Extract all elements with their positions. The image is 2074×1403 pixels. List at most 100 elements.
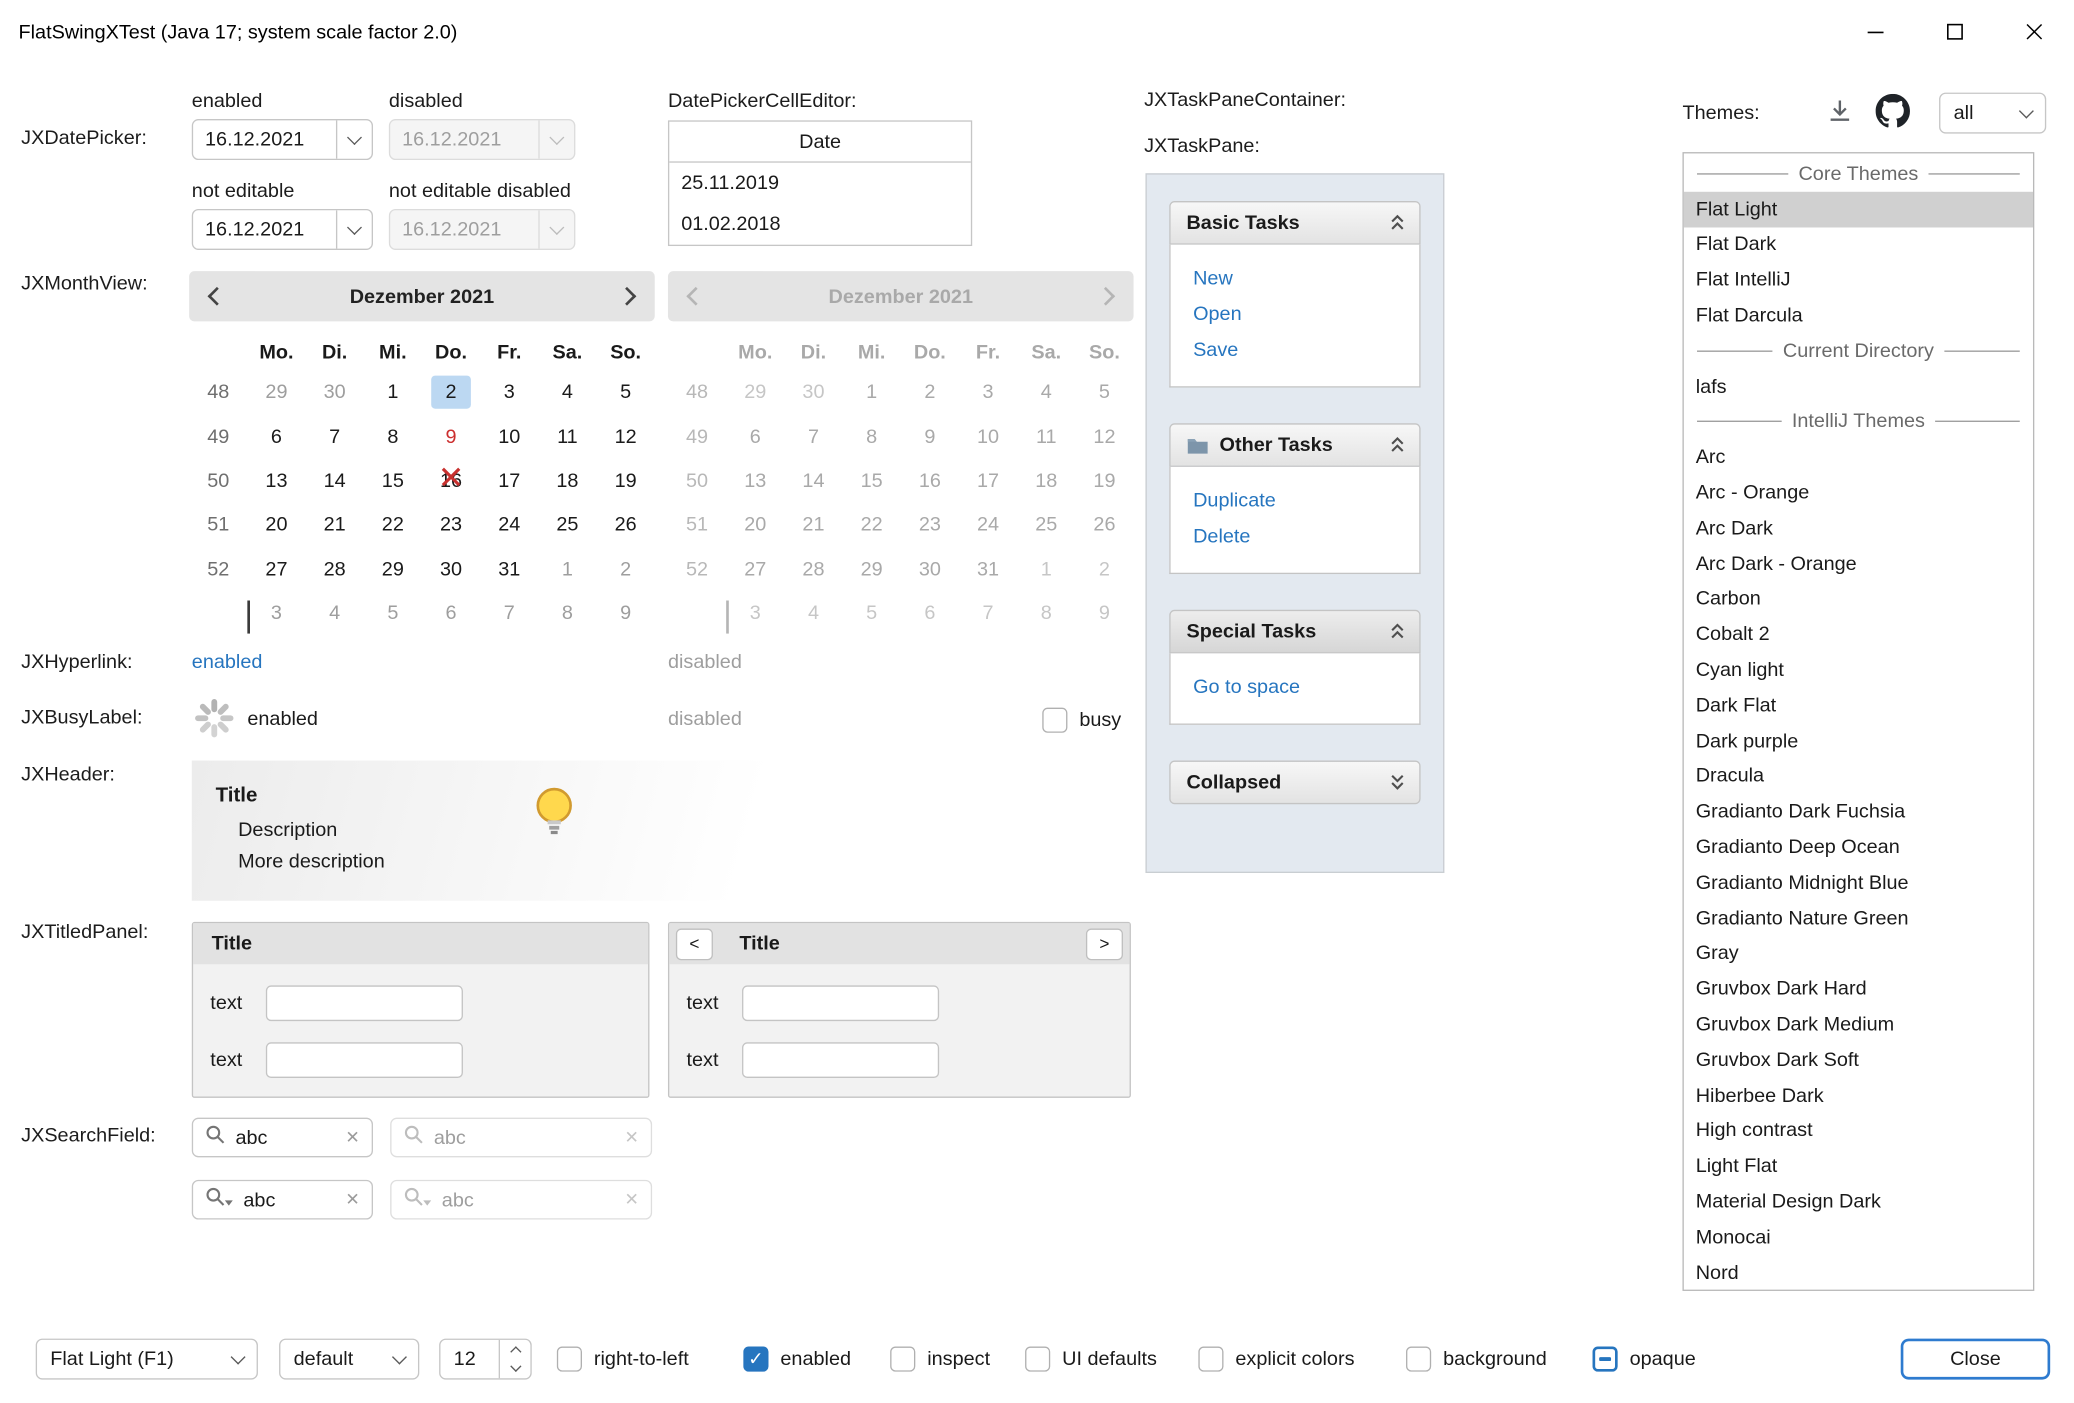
theme-item[interactable]: Flat Darcula: [1684, 298, 2033, 333]
theme-item[interactable]: Flat Dark: [1684, 227, 2033, 262]
theme-item[interactable]: lafs: [1684, 369, 2033, 404]
search-value[interactable]: abc: [235, 1126, 336, 1148]
table-row[interactable]: 25.11.2019: [669, 163, 971, 204]
taskpane-header[interactable]: Other Tasks: [1169, 423, 1420, 467]
panel-left-button[interactable]: <: [676, 928, 713, 960]
theme-item[interactable]: High contrast: [1684, 1113, 2033, 1148]
taskpane-link[interactable]: Delete: [1193, 518, 1419, 554]
close-button[interactable]: Close: [1901, 1339, 2050, 1380]
theme-item[interactable]: Light Flat: [1684, 1149, 2033, 1184]
day-cell[interactable]: 21: [306, 508, 364, 541]
day-cell[interactable]: 17: [480, 464, 538, 497]
taskpane-link[interactable]: Open: [1193, 296, 1419, 332]
theme-item[interactable]: Arc Dark: [1684, 511, 2033, 546]
day-cell[interactable]: 23: [422, 508, 480, 541]
clear-icon[interactable]: ✕: [345, 1127, 359, 1148]
day-cell[interactable]: 2: [422, 376, 480, 409]
themes-filter-combo[interactable]: all: [1939, 93, 2046, 134]
day-cell[interactable]: 12: [597, 420, 655, 453]
theme-item[interactable]: Gradianto Dark Fuchsia: [1684, 794, 2033, 829]
checkbox-inspect[interactable]: [890, 1347, 915, 1372]
search-field-dropdown[interactable]: abc ✕: [192, 1180, 373, 1220]
theme-item[interactable]: Gray: [1684, 936, 2033, 971]
theme-item[interactable]: Gruvbox Dark Hard: [1684, 971, 2033, 1006]
theme-item[interactable]: Gruvbox Dark Medium: [1684, 1007, 2033, 1042]
day-cell[interactable]: 20: [247, 508, 305, 541]
spinner-down-button[interactable]: [500, 1359, 530, 1378]
day-cell[interactable]: 1: [538, 553, 596, 586]
day-cell[interactable]: 6: [247, 420, 305, 453]
day-cell[interactable]: 2: [597, 553, 655, 586]
github-icon[interactable]: [1876, 94, 1910, 134]
theme-item[interactable]: Material Design Dark: [1684, 1184, 2033, 1219]
theme-item[interactable]: Hiberbee Dark: [1684, 1078, 2033, 1113]
theme-item[interactable]: Gradianto Deep Ocean: [1684, 830, 2033, 865]
theme-item[interactable]: Cyan light: [1684, 652, 2033, 687]
next-month-button[interactable]: [599, 271, 655, 321]
checkbox-opaque[interactable]: [1593, 1347, 1618, 1372]
theme-item[interactable]: Dracula: [1684, 759, 2033, 794]
day-cell[interactable]: 25: [538, 508, 596, 541]
font-size-spinner[interactable]: 12: [439, 1339, 532, 1380]
day-cell[interactable]: 30: [422, 553, 480, 586]
checkbox-explicit-colors[interactable]: [1198, 1347, 1223, 1372]
day-cell[interactable]: 19: [597, 464, 655, 497]
day-cell[interactable]: 15: [364, 464, 422, 497]
theme-item[interactable]: Flat Light: [1684, 192, 2033, 227]
day-cell[interactable]: 6: [422, 597, 480, 630]
day-cell[interactable]: 18: [538, 464, 596, 497]
theme-item[interactable]: Nord: [1684, 1255, 2033, 1290]
text-input[interactable]: [742, 985, 939, 1021]
theme-item[interactable]: Flat IntelliJ: [1684, 262, 2033, 297]
text-input[interactable]: [742, 1042, 939, 1078]
text-input[interactable]: [266, 1042, 463, 1078]
theme-item[interactable]: Arc Dark - Orange: [1684, 546, 2033, 581]
theme-item[interactable]: Dark Flat: [1684, 688, 2033, 723]
day-cell[interactable]: 10: [480, 420, 538, 453]
search-value[interactable]: abc: [243, 1188, 336, 1210]
day-cell[interactable]: 3: [247, 597, 305, 630]
day-cell[interactable]: 7: [480, 597, 538, 630]
theme-item[interactable]: Gradianto Midnight Blue: [1684, 865, 2033, 900]
day-cell[interactable]: 3: [480, 376, 538, 409]
day-cell[interactable]: 4: [538, 376, 596, 409]
checkbox-background[interactable]: [1406, 1347, 1431, 1372]
checkbox-busy[interactable]: [1042, 708, 1067, 733]
day-cell[interactable]: 30: [306, 376, 364, 409]
day-cell[interactable]: 7: [306, 420, 364, 453]
theme-item[interactable]: Carbon: [1684, 581, 2033, 616]
day-cell[interactable]: 29: [364, 553, 422, 586]
day-cell[interactable]: 16: [422, 464, 480, 497]
taskpane-link[interactable]: Duplicate: [1193, 483, 1419, 519]
maximize-button[interactable]: [1915, 0, 1994, 63]
day-cell[interactable]: 5: [597, 376, 655, 409]
day-cell[interactable]: 26: [597, 508, 655, 541]
theme-item[interactable]: Dark purple: [1684, 723, 2033, 758]
day-cell[interactable]: 9: [597, 597, 655, 630]
checkbox-enabled[interactable]: [743, 1347, 768, 1372]
download-icon[interactable]: [1825, 97, 1854, 131]
taskpane-header[interactable]: Basic Tasks: [1169, 201, 1420, 245]
hyperlink-enabled[interactable]: enabled: [192, 651, 263, 673]
datepicker-value[interactable]: 16.12.2021: [193, 120, 336, 158]
datepicker-enabled[interactable]: 16.12.2021: [192, 119, 373, 160]
day-cell[interactable]: 31: [480, 553, 538, 586]
day-cell[interactable]: 13: [247, 464, 305, 497]
theme-item[interactable]: Cobalt 2: [1684, 617, 2033, 652]
panel-right-button[interactable]: >: [1086, 928, 1123, 960]
theme-item[interactable]: Monocai: [1684, 1219, 2033, 1254]
day-cell[interactable]: 1: [364, 376, 422, 409]
taskpane-header[interactable]: Special Tasks: [1169, 610, 1420, 654]
datepicker-dropdown-button[interactable]: [336, 120, 372, 158]
prev-month-button[interactable]: [189, 271, 245, 321]
close-window-button[interactable]: [1995, 0, 2074, 63]
taskpane-link[interactable]: New: [1193, 261, 1419, 297]
theme-item[interactable]: Gruvbox Dark Soft: [1684, 1042, 2033, 1077]
day-cell[interactable]: 11: [538, 420, 596, 453]
theme-item[interactable]: Arc - Orange: [1684, 475, 2033, 510]
minimize-button[interactable]: [1836, 0, 1915, 63]
taskpane-link[interactable]: Go to space: [1193, 669, 1419, 705]
day-cell[interactable]: 9: [422, 420, 480, 453]
datepicker-dropdown-button[interactable]: [336, 210, 372, 248]
taskpane-link[interactable]: Save: [1193, 332, 1419, 368]
